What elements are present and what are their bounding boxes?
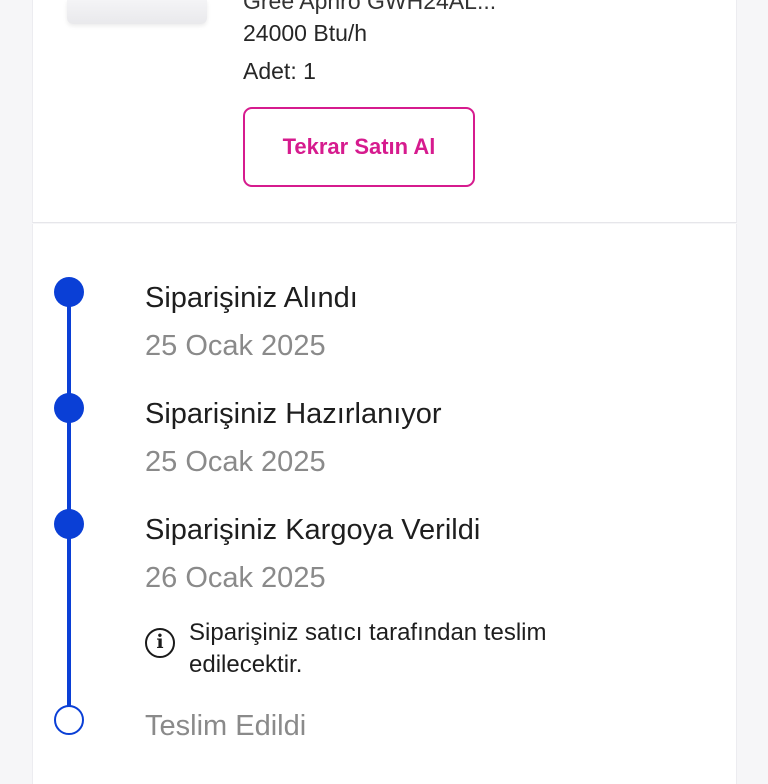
buy-again-button[interactable]: Tekrar Satın Al <box>243 107 475 187</box>
step-date-shipped: 26 Ocak 2025 <box>145 562 326 594</box>
order-item-card: Gree Aphro GWH24AL... 24000 Btu/h Adet: … <box>32 0 737 223</box>
step-title-shipped: Siparişiniz Kargoya Verildi <box>145 514 481 546</box>
product-title[interactable]: Gree Aphro GWH24AL... <box>243 0 683 15</box>
step-title-preparing: Siparişiniz Hazırlanıyor <box>145 398 442 430</box>
step-title-ordered: Siparişiniz Alındı <box>145 282 358 314</box>
timeline-dot-preparing <box>54 393 84 423</box>
step-date-ordered: 25 Ocak 2025 <box>145 330 326 362</box>
info-circle-icon: i <box>145 628 175 658</box>
product-capacity: 24000 Btu/h <box>243 20 368 46</box>
timeline-line <box>67 294 71 714</box>
timeline-dot-delivered <box>54 705 84 735</box>
timeline-dot-shipped <box>54 509 84 539</box>
timeline-dot-ordered <box>54 277 84 307</box>
product-quantity: Adet: 1 <box>243 58 316 84</box>
order-status-timeline: Siparişiniz Alındı 25 Ocak 2025 Siparişi… <box>32 224 737 784</box>
delivery-info-note: Siparişiniz satıcı tarafından teslim edi… <box>189 619 547 678</box>
step-date-preparing: 25 Ocak 2025 <box>145 446 326 478</box>
step-title-delivered: Teslim Edildi <box>145 710 307 742</box>
product-image[interactable] <box>67 0 207 24</box>
